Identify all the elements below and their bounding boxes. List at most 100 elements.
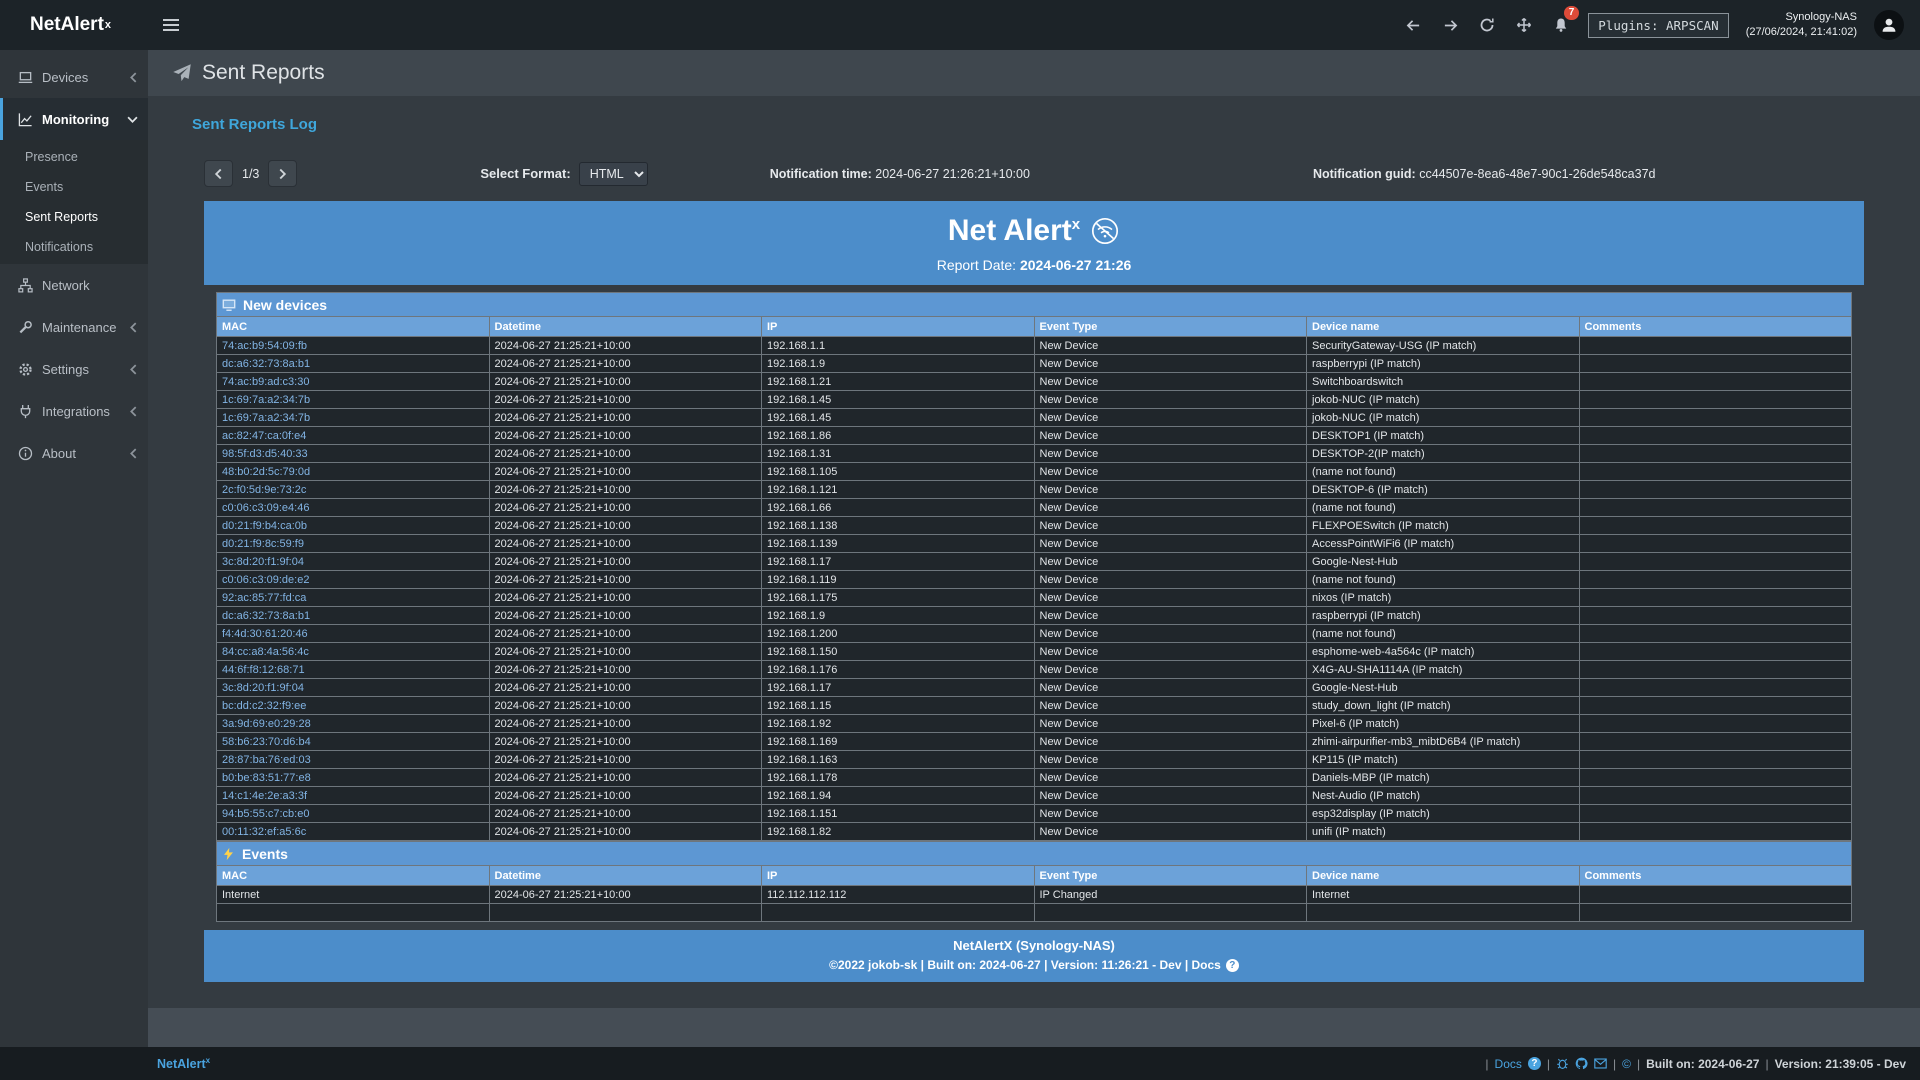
- mac-link[interactable]: 00:11:32:ef:a5:6c: [217, 823, 490, 841]
- table-cell: [1579, 517, 1852, 535]
- sidebar-item-label: Devices: [42, 70, 88, 85]
- sidebar-item-about[interactable]: About: [0, 432, 148, 474]
- column-header: IP: [762, 866, 1035, 886]
- prev-page-button[interactable]: [204, 160, 233, 187]
- mac-link[interactable]: 1c:69:7a:a2:34:7b: [217, 391, 490, 409]
- table-cell: 192.168.1.121: [762, 481, 1035, 499]
- table-cell: [1579, 445, 1852, 463]
- table-cell: New Device: [1034, 391, 1307, 409]
- mac-link[interactable]: 58:b6:23:70:d6:b4: [217, 733, 490, 751]
- mac-link[interactable]: d0:21:f9:b4:ca:0b: [217, 517, 490, 535]
- mac-link[interactable]: d0:21:f9:8c:59:f9: [217, 535, 490, 553]
- table-cell: [1579, 697, 1852, 715]
- notifications-bell-button[interactable]: 7: [1551, 15, 1571, 35]
- brand-link[interactable]: NetAlertx: [0, 0, 148, 50]
- mac-link[interactable]: 2c:f0:5d:9e:73:2c: [217, 481, 490, 499]
- mac-link[interactable]: 14:c1:4e:2e:a3:3f: [217, 787, 490, 805]
- table-cell: Internet: [217, 886, 490, 904]
- footer-docs-link[interactable]: Docs: [1495, 1057, 1522, 1071]
- docs-help-icon[interactable]: [1528, 1057, 1541, 1070]
- copyright-link[interactable]: ©: [1622, 1057, 1631, 1071]
- separator: |: [1637, 1057, 1640, 1071]
- table-cell: [1579, 499, 1852, 517]
- sidebar-item-devices[interactable]: Devices: [0, 56, 148, 98]
- sidebar-item-maintenance[interactable]: Maintenance: [0, 306, 148, 348]
- mac-link[interactable]: b0:be:83:51:77:e8: [217, 769, 490, 787]
- plugins-status-button[interactable]: Plugins: ARPSCAN: [1588, 13, 1728, 38]
- mac-link[interactable]: 3c:8d:20:f1:9f:04: [217, 553, 490, 571]
- mac-link[interactable]: 44:6f:f8:12:68:71: [217, 661, 490, 679]
- mac-link[interactable]: 28:87:ba:76:ed:03: [217, 751, 490, 769]
- table-cell: [762, 904, 1035, 922]
- mac-link[interactable]: c0:06:c3:09:e4:46: [217, 499, 490, 517]
- mac-link[interactable]: c0:06:c3:09:de:e2: [217, 571, 490, 589]
- mac-link[interactable]: 3a:9d:69:e0:29:28: [217, 715, 490, 733]
- mac-link[interactable]: 74:ac:b9:54:09:fb: [217, 337, 490, 355]
- notification-guid: Notification guid: cc44507e-8ea6-48e7-90…: [1313, 167, 1656, 181]
- next-page-button[interactable]: [268, 160, 297, 187]
- mac-link[interactable]: 94:b5:55:c7:cb:e0: [217, 805, 490, 823]
- mac-link[interactable]: 98:5f:d3:d5:40:33: [217, 445, 490, 463]
- column-header: Comments: [1579, 317, 1852, 337]
- table-cell: FLEXPOESwitch (IP match): [1307, 517, 1580, 535]
- table-cell: Daniels-MBP (IP match): [1307, 769, 1580, 787]
- format-select[interactable]: HTML: [579, 162, 648, 186]
- sidebar-item-network[interactable]: Network: [0, 264, 148, 306]
- sidebar-item-monitoring[interactable]: Monitoring: [0, 98, 148, 140]
- mac-link[interactable]: ac:82:47:ca:0f:e4: [217, 427, 490, 445]
- github-icon[interactable]: [1575, 1057, 1588, 1070]
- sidebar-item-notifications[interactable]: Notifications: [0, 232, 148, 262]
- separator: |: [1613, 1057, 1616, 1071]
- bug-report-icon[interactable]: [1556, 1057, 1569, 1070]
- table-cell: 192.168.1.66: [762, 499, 1035, 517]
- footer-brand-link[interactable]: NetAlertx: [157, 1056, 210, 1071]
- mac-link[interactable]: 1c:69:7a:a2:34:7b: [217, 409, 490, 427]
- sidebar-item-integrations[interactable]: Integrations: [0, 390, 148, 432]
- sidebar-item-presence[interactable]: Presence: [0, 142, 148, 172]
- table-cell: Pixel-6 (IP match): [1307, 715, 1580, 733]
- nav-refresh-button[interactable]: [1477, 15, 1497, 35]
- sent-reports-log-link[interactable]: Sent Reports Log: [192, 116, 317, 133]
- mac-link[interactable]: 48:b0:2d:5c:79:0d: [217, 463, 490, 481]
- mac-link[interactable]: dc:a6:32:73:8a:b1: [217, 355, 490, 373]
- sidebar-item-events[interactable]: Events: [0, 172, 148, 202]
- report-title-sup: x: [1072, 216, 1080, 233]
- docs-help-icon[interactable]: [1226, 959, 1239, 972]
- mail-icon[interactable]: [1594, 1058, 1607, 1069]
- table-cell: 2024-06-27 21:25:21+10:00: [489, 697, 762, 715]
- user-avatar[interactable]: [1874, 10, 1904, 40]
- sidebar-toggle-button[interactable]: [148, 0, 194, 50]
- column-header: MAC: [217, 866, 490, 886]
- mac-link[interactable]: 74:ac:b9:ad:c3:30: [217, 373, 490, 391]
- mac-link[interactable]: f4:4d:30:61:20:46: [217, 625, 490, 643]
- table-cell: 2024-06-27 21:25:21+10:00: [489, 571, 762, 589]
- sidebar-item-settings[interactable]: Settings: [0, 348, 148, 390]
- table-cell: New Device: [1034, 697, 1307, 715]
- table-row: ac:82:47:ca:0f:e42024-06-27 21:25:21+10:…: [217, 427, 1852, 445]
- mac-link[interactable]: bc:dd:c2:32:f9:ee: [217, 697, 490, 715]
- table-cell: New Device: [1034, 427, 1307, 445]
- mac-link[interactable]: dc:a6:32:73:8a:b1: [217, 607, 490, 625]
- mac-link[interactable]: 92:ac:85:77:fd:ca: [217, 589, 490, 607]
- table-cell: (name not found): [1307, 499, 1580, 517]
- bell-icon: [1553, 17, 1569, 33]
- table-cell: 112.112.112.112: [762, 886, 1035, 904]
- mac-link[interactable]: 84:cc:a8:4a:56:4c: [217, 643, 490, 661]
- events-table: MAC Datetime IP Event Type Device name C…: [216, 865, 1852, 922]
- table-cell: 192.168.1.119: [762, 571, 1035, 589]
- table-cell: raspberrypi (IP match): [1307, 355, 1580, 373]
- table-cell: 2024-06-27 21:25:21+10:00: [489, 787, 762, 805]
- sidebar-item-sent-reports[interactable]: Sent Reports: [0, 202, 148, 232]
- table-cell: (name not found): [1307, 463, 1580, 481]
- footer-built: Built on: 2024-06-27: [1646, 1057, 1759, 1071]
- nav-move-button[interactable]: [1514, 15, 1534, 35]
- table-cell: [1034, 904, 1307, 922]
- nav-back-button[interactable]: [1403, 15, 1423, 35]
- nav-forward-button[interactable]: [1440, 15, 1460, 35]
- table-cell: study_down_light (IP match): [1307, 697, 1580, 715]
- table-cell: 2024-06-27 21:25:21+10:00: [489, 463, 762, 481]
- table-cell: New Device: [1034, 805, 1307, 823]
- mac-link[interactable]: 3c:8d:20:f1:9f:04: [217, 679, 490, 697]
- table-cell: 2024-06-27 21:25:21+10:00: [489, 355, 762, 373]
- footer-brand-sup: x: [206, 1056, 210, 1065]
